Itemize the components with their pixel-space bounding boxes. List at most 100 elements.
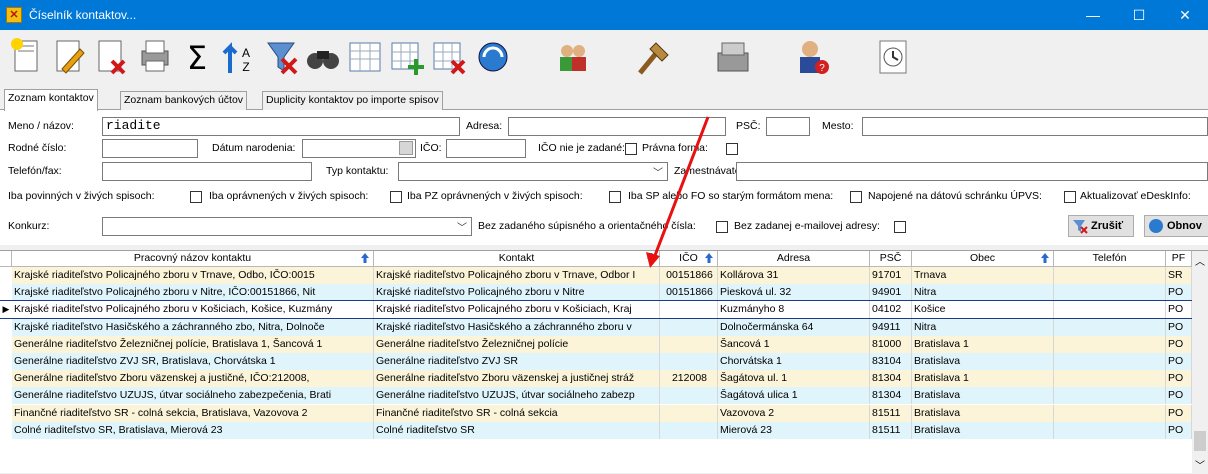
iba-sp-checkbox[interactable]: [850, 191, 862, 203]
table-cell: Šancová 1: [718, 335, 870, 353]
meno-input[interactable]: riadite: [102, 117, 460, 136]
row-indicator: [0, 353, 12, 370]
sort-button[interactable]: AZ: [218, 35, 260, 79]
refresh-button[interactable]: [472, 35, 514, 79]
close-button[interactable]: ✕: [1162, 0, 1208, 30]
table-row[interactable]: Finančné riaditeľstvo SR - colná sekcia,…: [0, 404, 1192, 422]
table-cell: Bratislava 1: [912, 335, 1054, 353]
table-row[interactable]: Colné riaditeľstvo SR, Bratislava, Miero…: [0, 421, 1192, 439]
table-cell: Bratislava 1: [912, 370, 1054, 388]
pravna-forma-label: Právna forma:: [642, 142, 708, 154]
users-button[interactable]: [552, 35, 594, 79]
grid-view-button[interactable]: [344, 35, 386, 79]
table-row[interactable]: Krajské riaditeľstvo Policajného zboru v…: [0, 267, 1192, 284]
header-kontakt[interactable]: Kontakt: [374, 251, 660, 267]
table-row[interactable]: Krajské riaditeľstvo Hasičského a záchra…: [0, 318, 1192, 336]
tab-zoznam-kontaktov[interactable]: Zoznam kontaktov: [4, 89, 98, 111]
chevron-down-icon: ﹀: [653, 168, 663, 179]
header-ico[interactable]: IČO: [660, 251, 718, 267]
scroll-down-icon[interactable]: ﹀: [1195, 457, 1205, 472]
header-pracovny-nazov[interactable]: Pracovný názov kontaktu: [12, 251, 374, 267]
ico-nezadane-checkbox[interactable]: [625, 143, 637, 155]
table-row[interactable]: Generálne riaditeľstvo Zboru väzenskej a…: [0, 370, 1192, 388]
sum-button[interactable]: Σ: [176, 35, 218, 79]
konkurz-select[interactable]: ﹀: [102, 217, 472, 236]
header-pf[interactable]: PF: [1166, 251, 1192, 267]
pravna-forma-checkbox[interactable]: [726, 143, 738, 155]
ico-input[interactable]: [446, 139, 526, 158]
title-bar: ✕ Číselník kontaktov... — ☐ ✕: [0, 0, 1208, 30]
grid-header: Pracovný názov kontaktu Kontakt IČO Adre…: [0, 251, 1192, 267]
table-cell: Krajské riaditeľstvo Policajného zboru v…: [374, 267, 660, 284]
maximize-button[interactable]: ☐: [1116, 0, 1162, 30]
table-cell: PO: [1166, 370, 1192, 388]
psc-input[interactable]: [766, 117, 810, 136]
table-row[interactable]: Generálne riaditeľstvo ZVJ SR, Bratislav…: [0, 353, 1192, 370]
table-cell: Kollárova 31: [718, 267, 870, 284]
table-row[interactable]: Generálne riaditeľstvo UZUJS, útvar soci…: [0, 387, 1192, 405]
obnovit-button[interactable]: Obnov: [1144, 215, 1208, 237]
delete-contact-button[interactable]: [90, 35, 132, 79]
help-user-button[interactable]: ?: [792, 35, 834, 79]
adresa-label: Adresa:: [466, 120, 503, 132]
tab-strip: Zoznam kontaktov Zoznam bankových účtov …: [0, 88, 1208, 111]
vertical-scrollbar[interactable]: ︿ ﹀: [1192, 251, 1208, 474]
bez-supisneho-checkbox[interactable]: [716, 221, 728, 233]
edit-contact-button[interactable]: [48, 35, 90, 79]
table-cell: Krajské riaditeľstvo Policajného zboru v…: [374, 284, 660, 302]
typ-kontaktu-select[interactable]: ﹀: [398, 162, 668, 181]
table-row[interactable]: Krajské riaditeľstvo Policajného zboru v…: [0, 284, 1192, 302]
datum-narodenia-input[interactable]: [302, 139, 416, 158]
table-cell: Mierová 23: [718, 421, 870, 439]
find-button[interactable]: [302, 35, 344, 79]
adresa-input[interactable]: [508, 117, 726, 136]
new-contact-button[interactable]: [6, 35, 48, 79]
table-cell: Generálne riaditeľstvo UZUJS, útvar soci…: [12, 387, 374, 405]
filter-clear-button[interactable]: [260, 35, 302, 79]
tab-duplicity-kontaktov[interactable]: Duplicity kontaktov po importe spisov: [262, 91, 443, 110]
bez-supisneho-label: Bez zadaného súpisného a orientačného čí…: [478, 220, 696, 232]
konkurz-label: Konkurz:: [8, 220, 50, 232]
minimize-button[interactable]: —: [1070, 0, 1116, 30]
calendar-icon[interactable]: [399, 141, 413, 155]
zrusit-button[interactable]: Zrušiť: [1068, 215, 1134, 237]
header-psc[interactable]: PSČ: [870, 251, 912, 267]
table-cell: Generálne riaditeľstvo ZVJ SR: [374, 353, 660, 370]
iba-opravnenych-checkbox[interactable]: [390, 191, 402, 203]
tab-zoznam-bankovych-uctov[interactable]: Zoznam bankových účtov: [120, 91, 248, 110]
zamestnavatel-input[interactable]: [736, 162, 1208, 181]
rodne-cislo-input[interactable]: [102, 139, 198, 158]
svg-text:?: ?: [819, 63, 825, 74]
iba-povinnych-checkbox[interactable]: [190, 191, 202, 203]
header-adresa[interactable]: Adresa: [718, 251, 870, 267]
table-cell: Finančné riaditeľstvo SR - colná sekcia: [374, 404, 660, 422]
table-cell: Šagátová ulica 1: [718, 387, 870, 405]
print-button[interactable]: [134, 35, 176, 79]
table-cell: [1054, 318, 1166, 336]
table-cell: Generálne riaditeľstvo Zboru väzenskej a…: [374, 370, 660, 388]
table-cell: 81511: [870, 421, 912, 439]
table-row[interactable]: Generálne riaditeľstvo Železničnej políc…: [0, 335, 1192, 353]
telefon-input[interactable]: [102, 162, 312, 181]
table-cell: PO: [1166, 301, 1192, 319]
add-row-button[interactable]: [386, 35, 428, 79]
sort-up-icon: [704, 252, 714, 266]
mesto-input[interactable]: [862, 117, 1208, 136]
header-telefon[interactable]: Telefón: [1054, 251, 1166, 267]
iba-pz-checkbox[interactable]: [609, 191, 621, 203]
napojene-label: Napojené na dátovú schránku ÚPVS:: [868, 190, 1042, 202]
table-cell: Generálne riaditeľstvo ZVJ SR, Bratislav…: [12, 353, 374, 370]
bez-email-checkbox[interactable]: [894, 221, 906, 233]
table-cell: SR: [1166, 267, 1192, 284]
scroll-thumb[interactable]: [1194, 431, 1206, 451]
header-obec[interactable]: Obec: [912, 251, 1054, 267]
napojene-checkbox[interactable]: [1064, 191, 1076, 203]
table-cell: [1054, 267, 1166, 284]
table-row[interactable]: ▶ Krajské riaditeľstvo Policajného zboru …: [0, 300, 1193, 320]
delete-row-button[interactable]: [428, 35, 470, 79]
table-cell: 212008: [660, 370, 718, 388]
export-button[interactable]: [712, 35, 754, 79]
history-button[interactable]: [872, 35, 914, 79]
tools-button[interactable]: [632, 35, 674, 79]
scroll-up-icon[interactable]: ︿: [1195, 253, 1205, 268]
